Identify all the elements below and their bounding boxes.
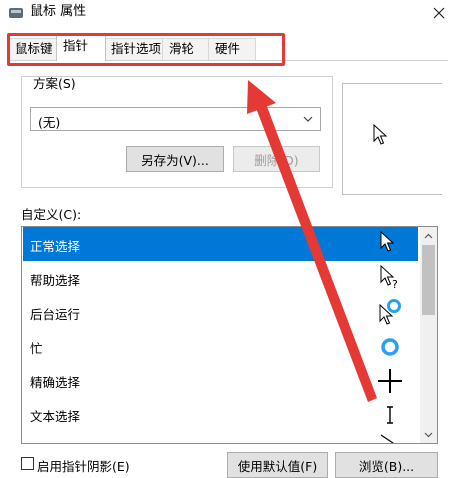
list-item-busy[interactable]: 忙 xyxy=(23,329,418,363)
normal-select-cursor-icon xyxy=(380,230,395,252)
list-item-label: 文本选择 xyxy=(30,409,81,424)
title-bar: 鼠标 属性 xyxy=(0,0,460,28)
pointer-shadow-checkbox[interactable] xyxy=(21,457,34,470)
scheme-label: 方案(S) xyxy=(30,77,79,91)
delete-button[interactable]: 删除(D) xyxy=(233,146,320,172)
help-select-cursor-icon: ? xyxy=(380,264,398,291)
close-button[interactable] xyxy=(424,0,454,26)
list-item-working-in-background[interactable]: 后台运行 xyxy=(23,295,418,329)
scheme-selected-value: (无) xyxy=(38,115,61,130)
list-item-label: 精确选择 xyxy=(30,375,81,390)
chevron-down-icon xyxy=(303,116,313,122)
close-icon xyxy=(433,7,445,19)
arrow-cursor-icon xyxy=(373,124,388,145)
precision-select-cursor-icon xyxy=(378,369,402,393)
list-item-help-select[interactable]: 帮助选择 ? xyxy=(23,261,418,295)
list-item-label: 帮助选择 xyxy=(30,273,81,288)
cursor-preview xyxy=(342,83,442,195)
list-item-normal-select[interactable]: 正常选择 xyxy=(23,227,418,261)
use-default-button[interactable]: 使用默认值(F) xyxy=(227,452,328,478)
text-select-cursor-icon xyxy=(387,406,393,424)
mouse-app-icon xyxy=(9,8,23,18)
list-item-label: 后台运行 xyxy=(30,307,81,322)
list-scrollbar[interactable] xyxy=(420,227,437,443)
list-item-handwriting-partial xyxy=(23,431,418,443)
svg-text:?: ? xyxy=(392,278,398,291)
browse-button[interactable]: 浏览(B)... xyxy=(335,452,438,478)
handwriting-cursor-icon xyxy=(380,434,394,443)
list-item-precision-select[interactable]: 精确选择 xyxy=(23,363,418,397)
scroll-up-button[interactable] xyxy=(420,227,437,244)
busy-cursor-icon xyxy=(381,338,399,356)
chevron-down-icon xyxy=(424,432,433,437)
list-item-label: 正常选择 xyxy=(30,239,81,254)
save-as-button[interactable]: 另存为(V)... xyxy=(126,146,224,172)
list-item-label: 忙 xyxy=(30,341,43,356)
pointer-shadow-label: 启用指针阴影(E) xyxy=(37,459,130,474)
working-in-background-cursor-icon xyxy=(379,299,401,325)
scroll-thumb[interactable] xyxy=(422,245,435,315)
scroll-down-button[interactable] xyxy=(420,426,437,443)
annotation-highlight-box xyxy=(7,33,285,66)
scheme-dropdown[interactable]: (无) xyxy=(30,107,321,131)
customize-label: 自定义(C): xyxy=(21,207,82,222)
chevron-up-icon xyxy=(424,233,433,238)
window-title: 鼠标 属性 xyxy=(30,4,87,19)
cursor-list[interactable]: 正常选择 帮助选择 ? 后台运行 忙 精确选择 文本选择 xyxy=(21,226,438,444)
list-item-text-select[interactable]: 文本选择 xyxy=(23,397,418,431)
